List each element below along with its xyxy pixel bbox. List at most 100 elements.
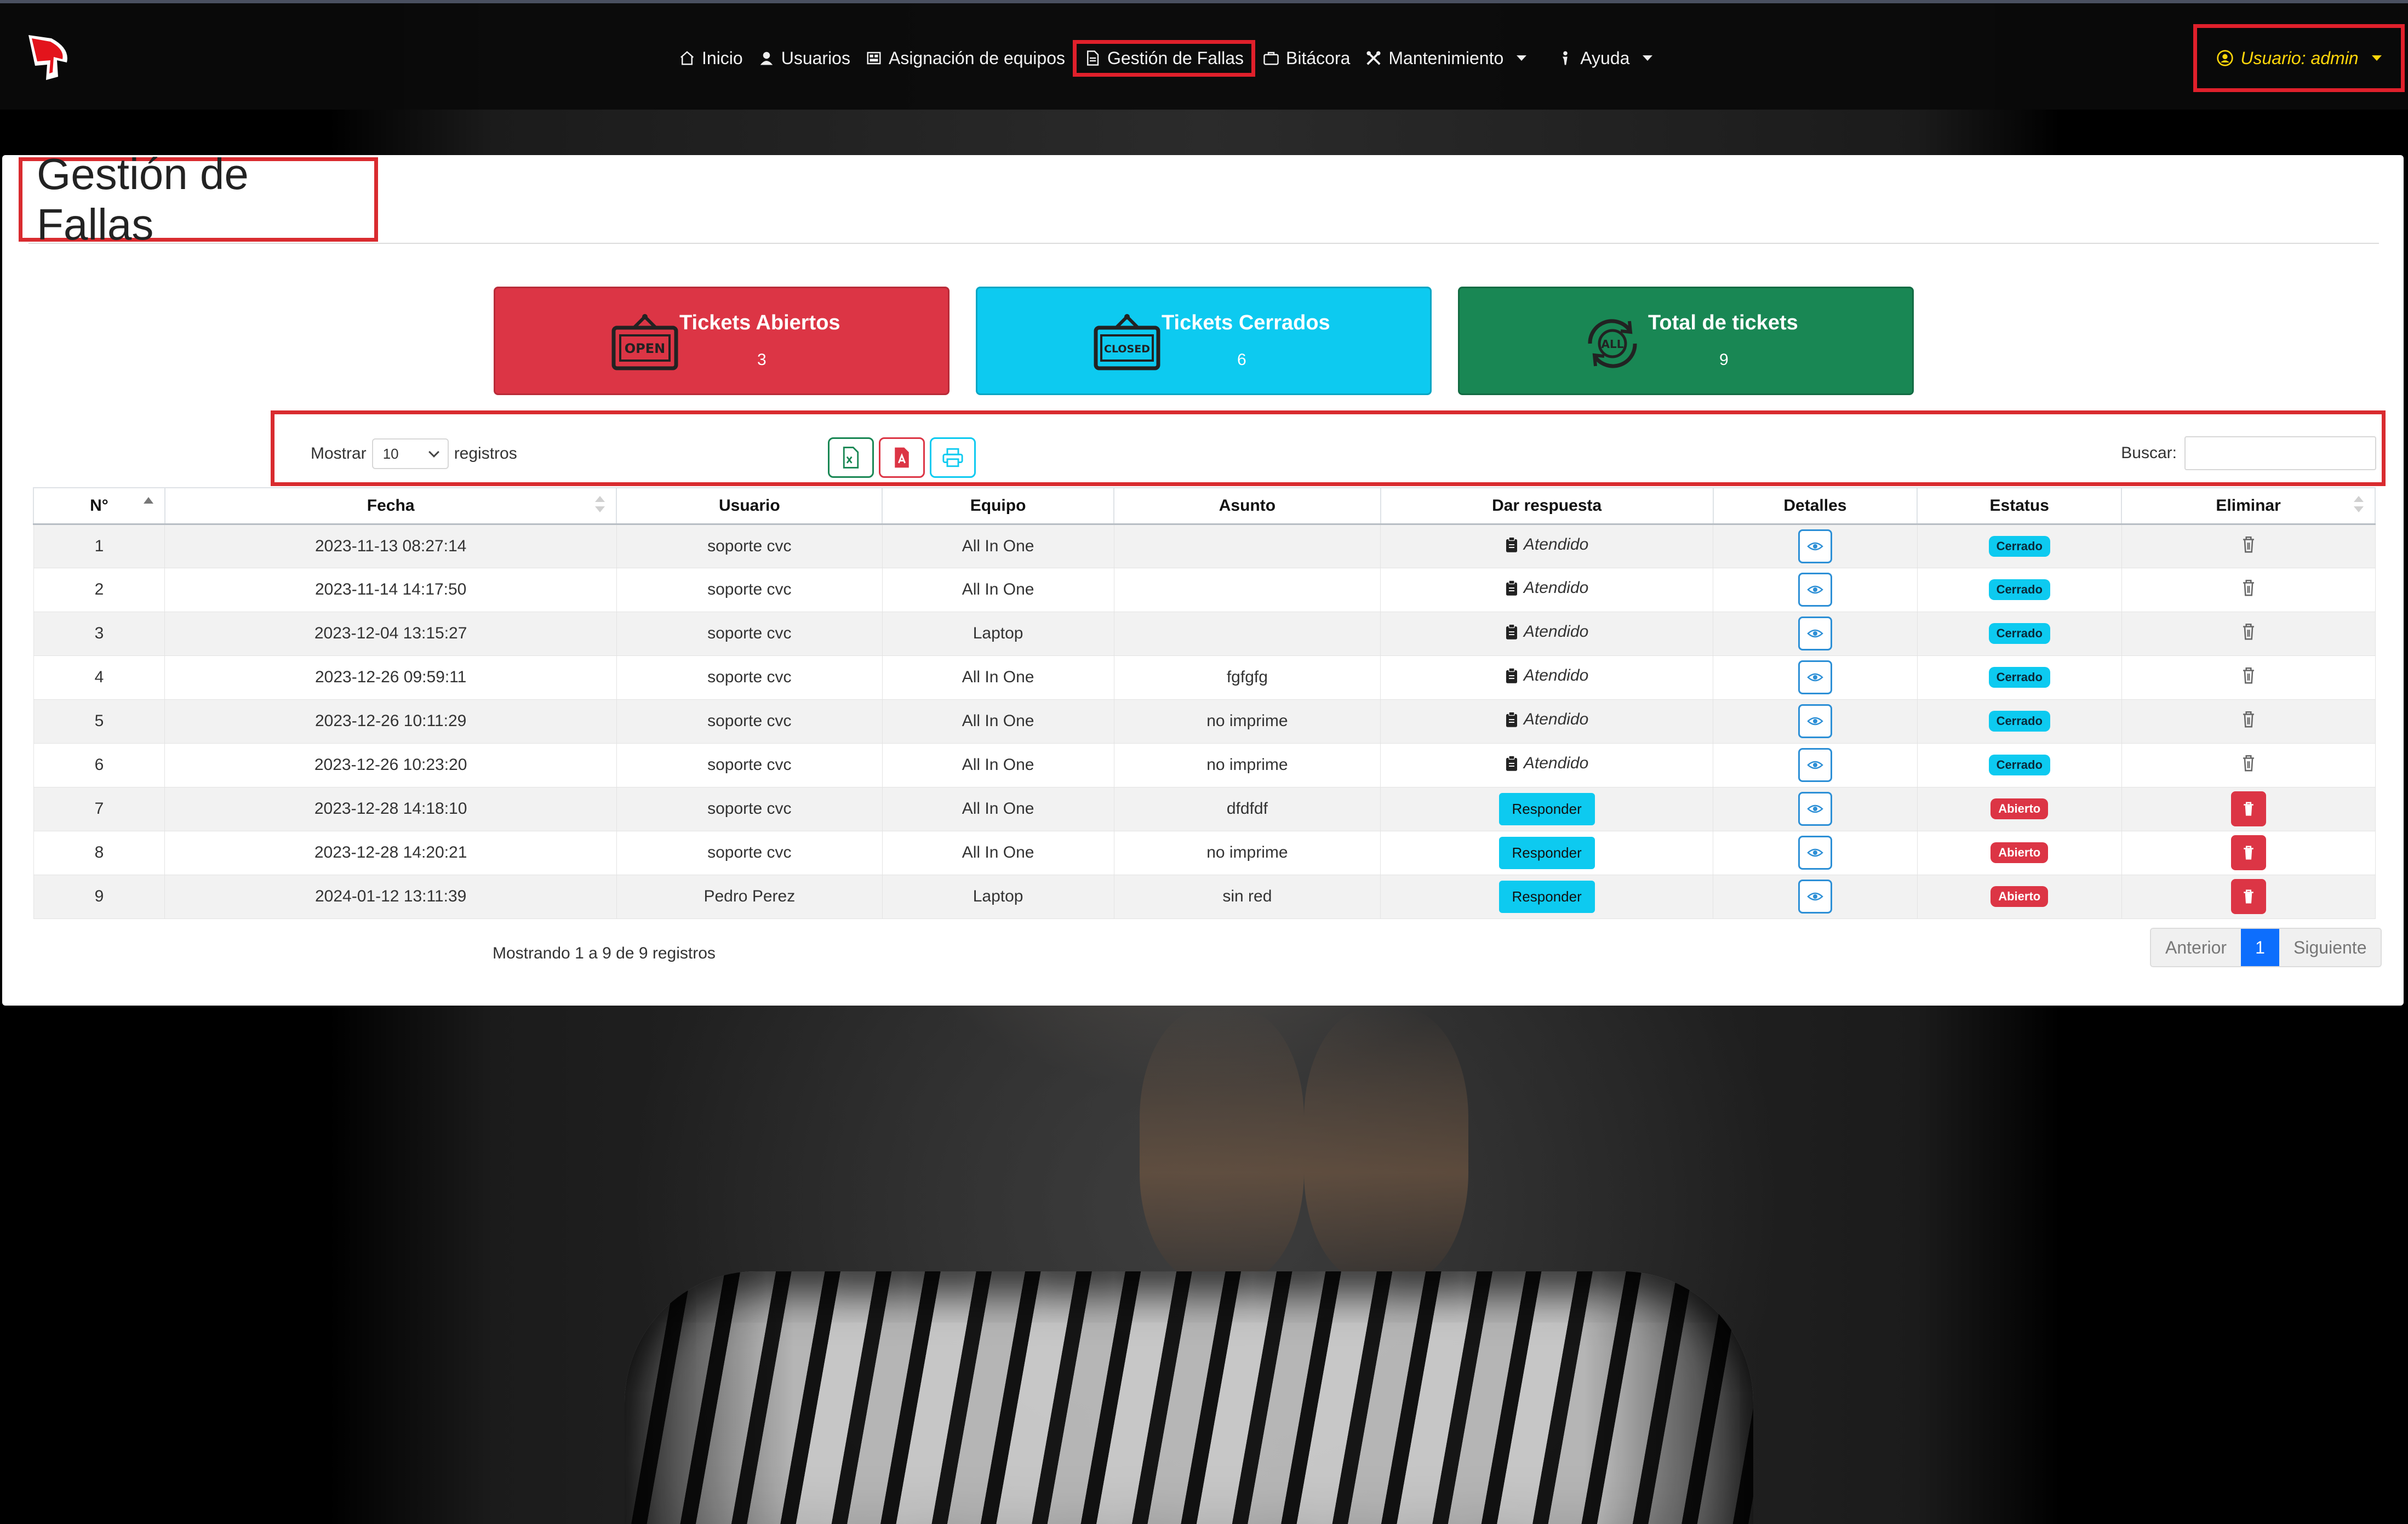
table-row: 2 2023-11-14 14:17:50 soporte cvc All In On… [33,567,2376,612]
eye-icon [1807,848,1823,857]
details-button[interactable] [1798,617,1832,650]
attended-status: Atendido [1505,535,1588,554]
nav-item-bitacora[interactable]: Bitácora [1255,41,1358,76]
delete-button[interactable] [2230,791,2266,826]
main-nav: Inicio Usuarios Asignación de equipos Ge… [671,36,1660,80]
column-header-fecha[interactable]: Fecha [164,487,617,525]
column-header-eliminar[interactable]: Eliminar [2121,487,2376,525]
stat-open-count: 3 [757,351,767,369]
clipboard-icon [1506,711,1517,727]
cell-fecha: 2023-12-28 14:18:10 [164,786,617,831]
details-button[interactable] [1798,529,1832,563]
nav-item-gestion-fallas[interactable]: Gestión de Fallas [1072,39,1255,77]
pagination-page-1[interactable]: 1 [2241,929,2280,966]
cell-estatus: Abierto [1917,830,2122,875]
column-header-n[interactable]: N° [33,487,165,525]
sort-asc-icon [143,497,153,504]
cell-fecha: 2023-12-04 13:15:27 [164,611,617,656]
home-icon [680,51,694,65]
delete-button[interactable] [2230,879,2266,914]
page-size-select[interactable]: 10 [371,438,449,469]
printer-icon [942,448,963,467]
closed-sign-text: CLOSED [1104,343,1150,355]
details-button[interactable] [1798,792,1832,826]
details-button[interactable] [1798,836,1832,870]
cell-asunto: sin red [1113,874,1381,919]
search-input[interactable] [2184,436,2376,470]
cell-fecha: 2023-11-14 14:17:50 [164,567,617,612]
cell-usuario: soporte cvc [616,743,883,787]
export-pdf-button[interactable] [879,437,925,478]
details-button[interactable] [1798,660,1832,694]
nav-item-inicio[interactable]: Inicio [671,41,751,76]
help-icon [1563,51,1568,65]
cell-equipo: All In One [882,743,1114,787]
details-button[interactable] [1798,748,1832,782]
cell-equipo: All In One [882,523,1114,568]
divider [28,243,2379,244]
eye-icon [1807,761,1823,769]
chevron-down-icon [1517,55,1527,61]
stat-total-title: Total de tickets [1648,311,1798,334]
brand-logo-icon[interactable] [24,33,73,82]
stat-card-total[interactable]: ALL Total de tickets 9 [1458,287,1914,395]
table-controls: Mostrar 10 registros Buscar: [271,410,2386,486]
cell-asunto [1113,523,1381,568]
print-button[interactable] [930,437,976,478]
clipboard-icon [1506,624,1517,640]
nav-item-label: Inicio [702,48,743,68]
cell-usuario: soporte cvc [616,611,883,656]
delete-button-disabled[interactable] [2240,536,2257,557]
attended-status: Atendido [1505,754,1588,773]
eye-icon [1807,542,1823,550]
nav-item-mantenimiento[interactable]: Mantenimiento [1358,41,1534,76]
pagination-next[interactable]: Siguiente [2279,929,2381,966]
cell-detalles [1713,699,1918,744]
cell-asunto [1113,611,1381,656]
nav-item-usuarios[interactable]: Usuarios [751,41,858,76]
delete-button[interactable] [2230,835,2266,870]
details-button[interactable] [1798,704,1832,738]
stat-card-open[interactable]: OPEN Tickets Abiertos 3 [494,287,950,395]
delete-button-disabled[interactable] [2240,711,2257,732]
clipboard-icon [1506,536,1517,552]
table-row: 4 2023-12-26 09:59:11 soporte cvc All In On… [33,655,2376,700]
cell-equipo: All In One [882,699,1114,744]
user-menu-dropdown[interactable]: Usuario: admin [2193,24,2405,92]
nav-item-label: Usuarios [781,48,850,68]
stat-card-closed[interactable]: CLOSED Tickets Cerrados 6 [976,287,1432,395]
delete-button-disabled[interactable] [2240,623,2257,644]
respond-button[interactable]: Responder [1498,880,1595,913]
delete-button-disabled[interactable] [2240,755,2257,776]
status-badge: Cerrado [1988,711,2050,732]
delete-button-disabled[interactable] [2240,667,2257,688]
nav-item-label: Asignación de equipos [888,48,1065,68]
pagination-previous[interactable]: Anterior [2151,929,2241,966]
eye-icon [1807,629,1823,638]
open-sign-text: OPEN [625,341,665,356]
details-button[interactable] [1798,573,1832,607]
nav-item-label: Gestión de Fallas [1107,48,1244,68]
cell-fecha: 2023-12-26 10:11:29 [164,699,617,744]
cell-usuario: soporte cvc [616,655,883,700]
details-button[interactable] [1798,880,1832,914]
respond-button[interactable]: Responder [1498,792,1595,825]
export-excel-button[interactable] [828,437,874,478]
cell-equipo: All In One [882,786,1114,831]
document-icon [1086,50,1099,66]
respond-button[interactable]: Responder [1498,836,1595,869]
delete-button-disabled[interactable] [2240,579,2257,601]
cell-asunto: no imprime [1113,830,1381,875]
cell-respuesta: Atendido [1380,611,1713,656]
cell-estatus: Cerrado [1917,743,2122,787]
nav-item-asignacion[interactable]: Asignación de equipos [858,41,1073,76]
cell-estatus: Cerrado [1917,655,2122,700]
cell-asunto [1113,567,1381,612]
cell-eliminar [2121,743,2376,787]
table-body: 1 2023-11-13 08:27:14 soporte cvc All In On… [33,523,2376,919]
table-row: 7 2023-12-28 14:18:10 soporte cvc All In On… [33,786,2376,831]
cell-eliminar [2121,655,2376,700]
nav-item-ayuda[interactable]: Ayuda [1549,41,1660,76]
cell-eliminar [2121,786,2376,831]
search-label: Buscar: [2121,444,2177,462]
